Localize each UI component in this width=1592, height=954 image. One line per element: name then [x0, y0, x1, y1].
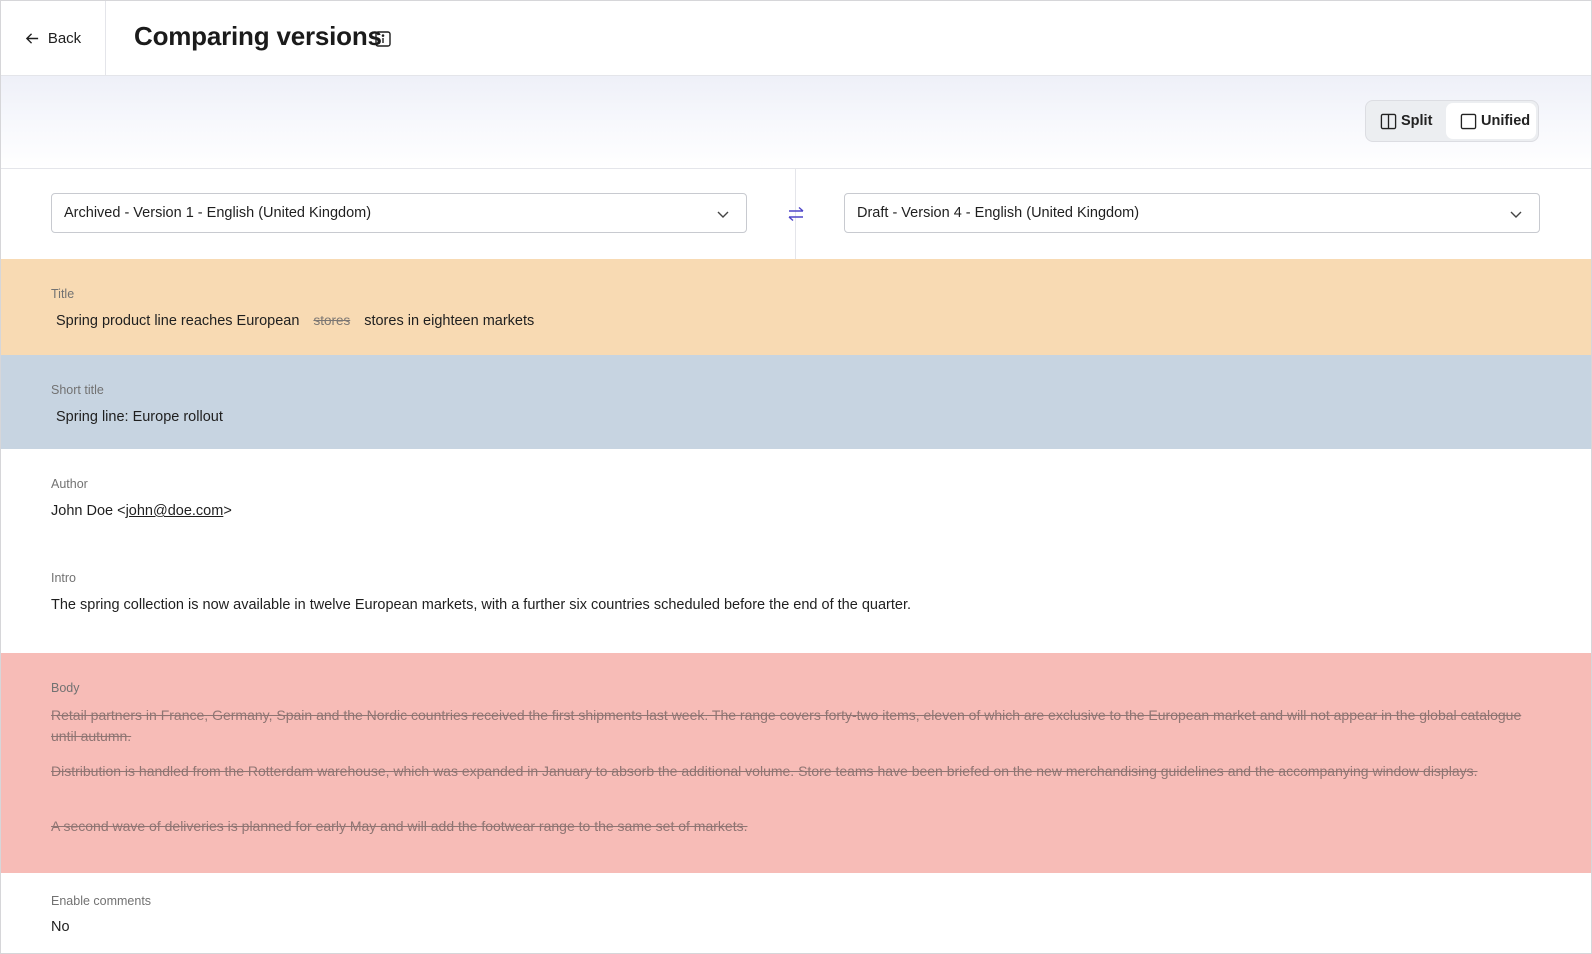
page-title: Comparing versions [134, 21, 382, 51]
field-label: Author [51, 477, 88, 491]
field-enable-comments: Enable comments No [1, 873, 1591, 953]
field-value: Spring product line reaches European stor… [56, 313, 534, 329]
back-label: Back [47, 29, 82, 47]
left-version-select[interactable]: Archived - Version 1 - English (United K… [51, 193, 747, 233]
field-label: Intro [51, 571, 77, 585]
version-selectors: Archived - Version 1 - English (United K… [1, 169, 1591, 259]
view-mode-toggle: Split Unified [1365, 100, 1539, 142]
unified-view-icon [1460, 113, 1477, 129]
arrow-left-icon [25, 32, 38, 44]
chevron-down-icon [717, 211, 729, 218]
swap-arrows-icon[interactable] [787, 205, 805, 223]
field-label: Title [51, 287, 75, 301]
back-button[interactable]: Back [1, 1, 106, 75]
chevron-down-icon [1510, 211, 1522, 218]
split-view-button[interactable]: Split [1380, 103, 1432, 139]
right-version-value: Draft - Version 4 - English (United King… [857, 205, 1140, 221]
info-icon[interactable] [375, 31, 391, 47]
field-value: The spring collection is now available i… [51, 597, 912, 613]
body-removed-paragraph: A second wave of deliveries is planned f… [51, 818, 748, 834]
field-label: Enable comments [51, 894, 152, 908]
field-value: Spring line: Europe rollout [56, 409, 223, 425]
left-version-value: Archived - Version 1 - English (United K… [64, 205, 372, 221]
title-unchanged-text: Spring product line reaches European [56, 313, 300, 329]
body-removed-paragraph: Distribution is handled from the Rotterd… [51, 763, 1478, 779]
field-short-title: Short title Spring line: Europe rollout [1, 355, 1591, 449]
field-body: Body Retail partners in France, Germany,… [1, 653, 1591, 873]
field-value: John Doe <john@doe.com> [51, 503, 232, 519]
field-intro: Intro The spring collection is now avail… [1, 543, 1591, 653]
compare-window: Back Comparing versions Split Unified Ar… [0, 0, 1592, 954]
right-version-select[interactable]: Draft - Version 4 - English (United King… [844, 193, 1540, 233]
body-removed-paragraph: Retail partners in France, Germany, Spai… [51, 707, 1522, 744]
author-suffix: > [223, 503, 232, 519]
field-author: Author John Doe <john@doe.com> [1, 449, 1591, 543]
field-title: Title Spring product line reaches Europe… [1, 259, 1591, 355]
view-toolbar: Split Unified [1, 76, 1591, 169]
split-view-icon [1380, 113, 1397, 129]
field-label: Short title [51, 383, 104, 397]
author-name: John Doe < [51, 503, 126, 519]
unified-view-button[interactable]: Unified [1446, 103, 1536, 139]
split-label: Split [1401, 113, 1433, 129]
page-header: Back Comparing versions [1, 1, 1591, 76]
unified-label: Unified [1481, 113, 1531, 129]
author-email-link[interactable]: john@doe.com [126, 503, 224, 519]
title-removed-text: stores [313, 313, 351, 328]
field-label: Body [51, 681, 80, 695]
title-added-text: stores in eighteen markets [364, 313, 535, 329]
field-value: No [51, 919, 70, 935]
